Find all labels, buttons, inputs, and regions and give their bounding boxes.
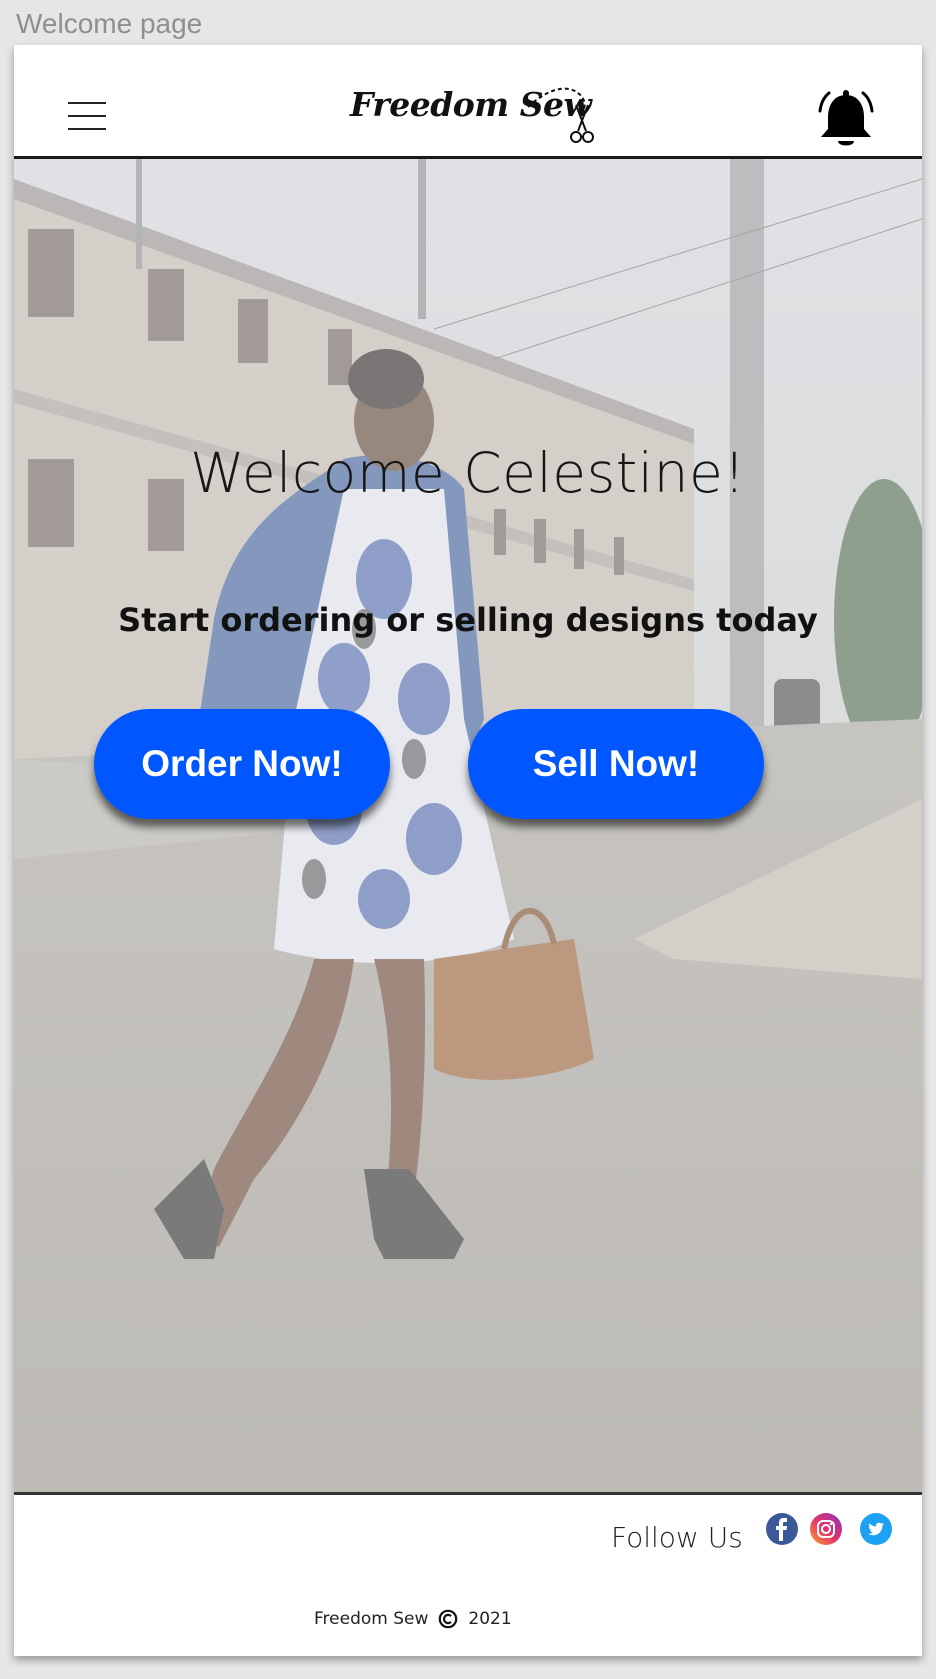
app-header: Freedom Sew: [14, 45, 922, 159]
logo[interactable]: Freedom Sew: [350, 81, 620, 151]
welcome-heading: Welcome Celestine!: [190, 441, 746, 505]
copyright-icon: [439, 1609, 458, 1629]
hero-subtitle: Start ordering or selling designs today: [118, 601, 818, 639]
twitter-icon[interactable]: [860, 1513, 892, 1545]
frame-label: Welcome page: [16, 8, 203, 39]
instagram-icon[interactable]: [810, 1513, 842, 1545]
hamburger-menu-icon[interactable]: [68, 102, 106, 132]
facebook-icon[interactable]: [766, 1513, 798, 1545]
footer-brand: Freedom Sew: [314, 1609, 429, 1629]
footer: Follow Us Freedom Sew 2021: [14, 1497, 922, 1656]
follow-us-label: Follow Us: [611, 1521, 743, 1554]
copyright-year: 2021: [468, 1609, 512, 1629]
copyright-line: Freedom Sew 2021: [314, 1609, 512, 1629]
hero-overlay: [14, 159, 922, 1492]
hero-section: Welcome Celestine! Start ordering or sel…: [14, 159, 922, 1495]
bell-icon[interactable]: [816, 89, 876, 151]
sell-now-button[interactable]: Sell Now!: [468, 709, 764, 819]
phone-screen: Freedom Sew Welcome Celestine! Start ord…: [14, 45, 922, 1656]
scissors-icon: [527, 87, 594, 143]
order-now-button[interactable]: Order Now!: [94, 709, 390, 819]
